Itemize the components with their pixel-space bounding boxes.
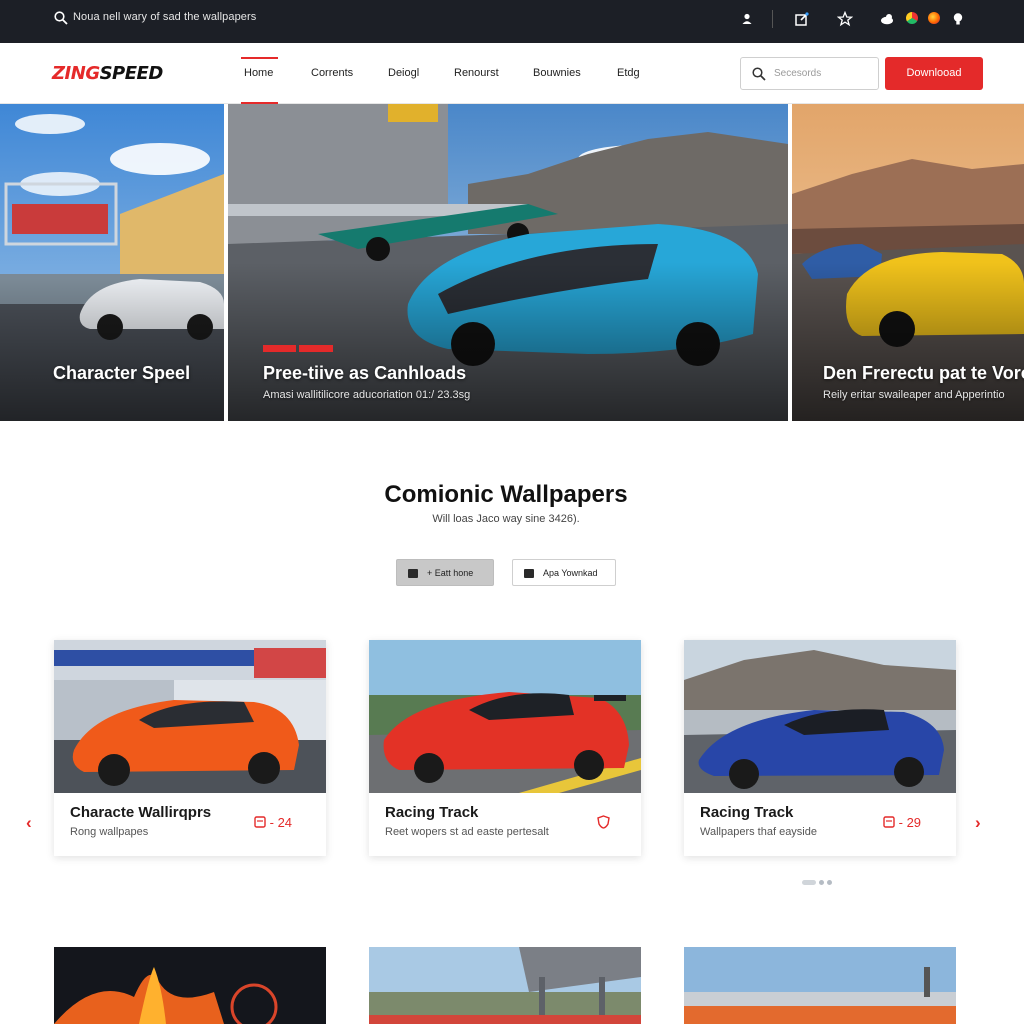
hero-slide-right[interactable]: Den Frerectu pat te Voro Reily eritar sw… xyxy=(792,104,1024,421)
bulb-icon[interactable] xyxy=(950,11,966,27)
search-icon xyxy=(752,67,766,81)
card-thumbnail xyxy=(369,640,641,793)
carousel-prev-button[interactable]: ‹ xyxy=(26,813,32,833)
hero-center-subtitle: Amasi wallitilicore aducoriation 01:/ 23… xyxy=(263,389,471,401)
carousel-pagination xyxy=(802,872,835,890)
nav-item-home[interactable]: Home xyxy=(244,67,273,79)
card-image-fire xyxy=(54,947,326,1024)
nav-item-2[interactable]: Corrents xyxy=(311,67,353,79)
card-subtitle: Reet wopers st ad easte pertesalt xyxy=(385,826,549,838)
card-meta: - 29 xyxy=(883,815,921,830)
card-title: Racing Track xyxy=(385,804,479,821)
pagination-dot[interactable] xyxy=(802,880,816,885)
search-icon[interactable] xyxy=(54,11,68,25)
site-logo[interactable]: ZINGSPEED xyxy=(52,63,163,84)
card-count: - 29 xyxy=(898,815,922,830)
wallpaper-card[interactable]: Characte Wallirqprs Rong wallpapes - 24 xyxy=(54,640,326,856)
wallpaper-card[interactable] xyxy=(684,947,956,1024)
logo-part-speed: SPEED xyxy=(99,63,164,84)
shield-icon xyxy=(597,815,610,829)
firefox-icon[interactable] xyxy=(928,12,940,24)
hero-center-tags xyxy=(263,345,336,353)
hero-carousel: Character Speel Pree-tiive as Canhloads … xyxy=(0,104,1024,421)
image-icon xyxy=(408,569,418,578)
calendar-icon xyxy=(254,816,266,828)
star-icon[interactable] xyxy=(837,11,853,27)
edit-icon[interactable] xyxy=(794,11,810,27)
hero-right-subtitle: Reily eritar swaileaper and Apperintio xyxy=(823,389,1005,401)
download-button[interactable]: Downlooad xyxy=(885,57,983,90)
wallpaper-card[interactable]: Racing Track Reet wopers st ad easte per… xyxy=(369,640,641,856)
card-image-circuit xyxy=(684,947,956,1024)
card-subtitle: Rong wallpapes xyxy=(70,826,149,838)
card-meta: - 24 xyxy=(254,815,292,830)
toolbar-divider xyxy=(772,10,773,28)
nav-item-3[interactable]: Deiogl xyxy=(388,67,419,79)
hero-center-title: Pree-tiive as Canhloads xyxy=(263,363,467,383)
hero-slide-left[interactable]: Character Speel xyxy=(0,104,224,421)
wallpaper-card[interactable] xyxy=(369,947,641,1024)
chrome-icon[interactable] xyxy=(906,12,918,24)
card-title: Racing Track xyxy=(700,804,794,821)
image-icon xyxy=(524,569,534,578)
cloud-icon[interactable] xyxy=(879,11,895,27)
card-thumbnail xyxy=(684,640,956,793)
card-image-orange-car xyxy=(54,640,326,793)
calendar-icon xyxy=(883,816,895,828)
filter-button-1[interactable]: + Eatt hone xyxy=(396,559,494,586)
nav-item-5[interactable]: Bouwnies xyxy=(533,67,581,79)
carousel-next-button[interactable]: › xyxy=(975,813,981,833)
wallpaper-card[interactable] xyxy=(54,947,326,1024)
card-title: Characte Wallirqprs xyxy=(70,804,212,821)
card-thumbnail xyxy=(54,640,326,793)
section-subtitle: Will loas Jaco way sine 3426). xyxy=(432,513,580,525)
top-bar: Noua nell wary of sad the wallpapers xyxy=(0,0,1024,43)
card-meta xyxy=(597,815,610,831)
nav-active-indicator-top xyxy=(241,57,278,59)
filter-button-1-label: + Eatt hone xyxy=(427,568,474,578)
nav-item-4[interactable]: Renourst xyxy=(454,67,499,79)
card-image-blue-car xyxy=(684,640,956,793)
user-icon[interactable] xyxy=(739,11,755,27)
tag xyxy=(299,345,333,352)
address-text[interactable]: Noua nell wary of sad the wallpapers xyxy=(73,11,256,23)
site-header: ZINGSPEED Home Corrents Deiogl Renourst … xyxy=(0,43,1024,105)
card-image-track-bridge xyxy=(369,947,641,1024)
hero-slide-center[interactable]: Pree-tiive as Canhloads Amasi wallitilic… xyxy=(228,104,788,421)
wallpaper-card[interactable]: Racing Track Wallpapers thaf eayside - 2… xyxy=(684,640,956,856)
pagination-dot[interactable] xyxy=(819,880,824,885)
hero-right-title: Den Frerectu pat te Voro xyxy=(823,363,1024,383)
card-subtitle: Wallpapers thaf eayside xyxy=(700,826,817,838)
logo-part-zing: ZING xyxy=(52,63,100,84)
section-title: Comionic Wallpapers xyxy=(384,481,628,508)
pagination-dot[interactable] xyxy=(827,880,832,885)
card-image-red-car xyxy=(369,640,641,793)
search-placeholder: Secesords xyxy=(774,68,822,79)
card-count: - 24 xyxy=(269,815,293,830)
tag xyxy=(263,345,296,352)
hero-left-title: Character Speel xyxy=(53,363,191,383)
nav-item-6[interactable]: Etdg xyxy=(617,67,640,79)
filter-button-2-label: Apa Yownkad xyxy=(543,568,598,578)
filter-button-2[interactable]: Apa Yownkad xyxy=(512,559,616,586)
search-input[interactable]: Secesords xyxy=(740,57,879,90)
